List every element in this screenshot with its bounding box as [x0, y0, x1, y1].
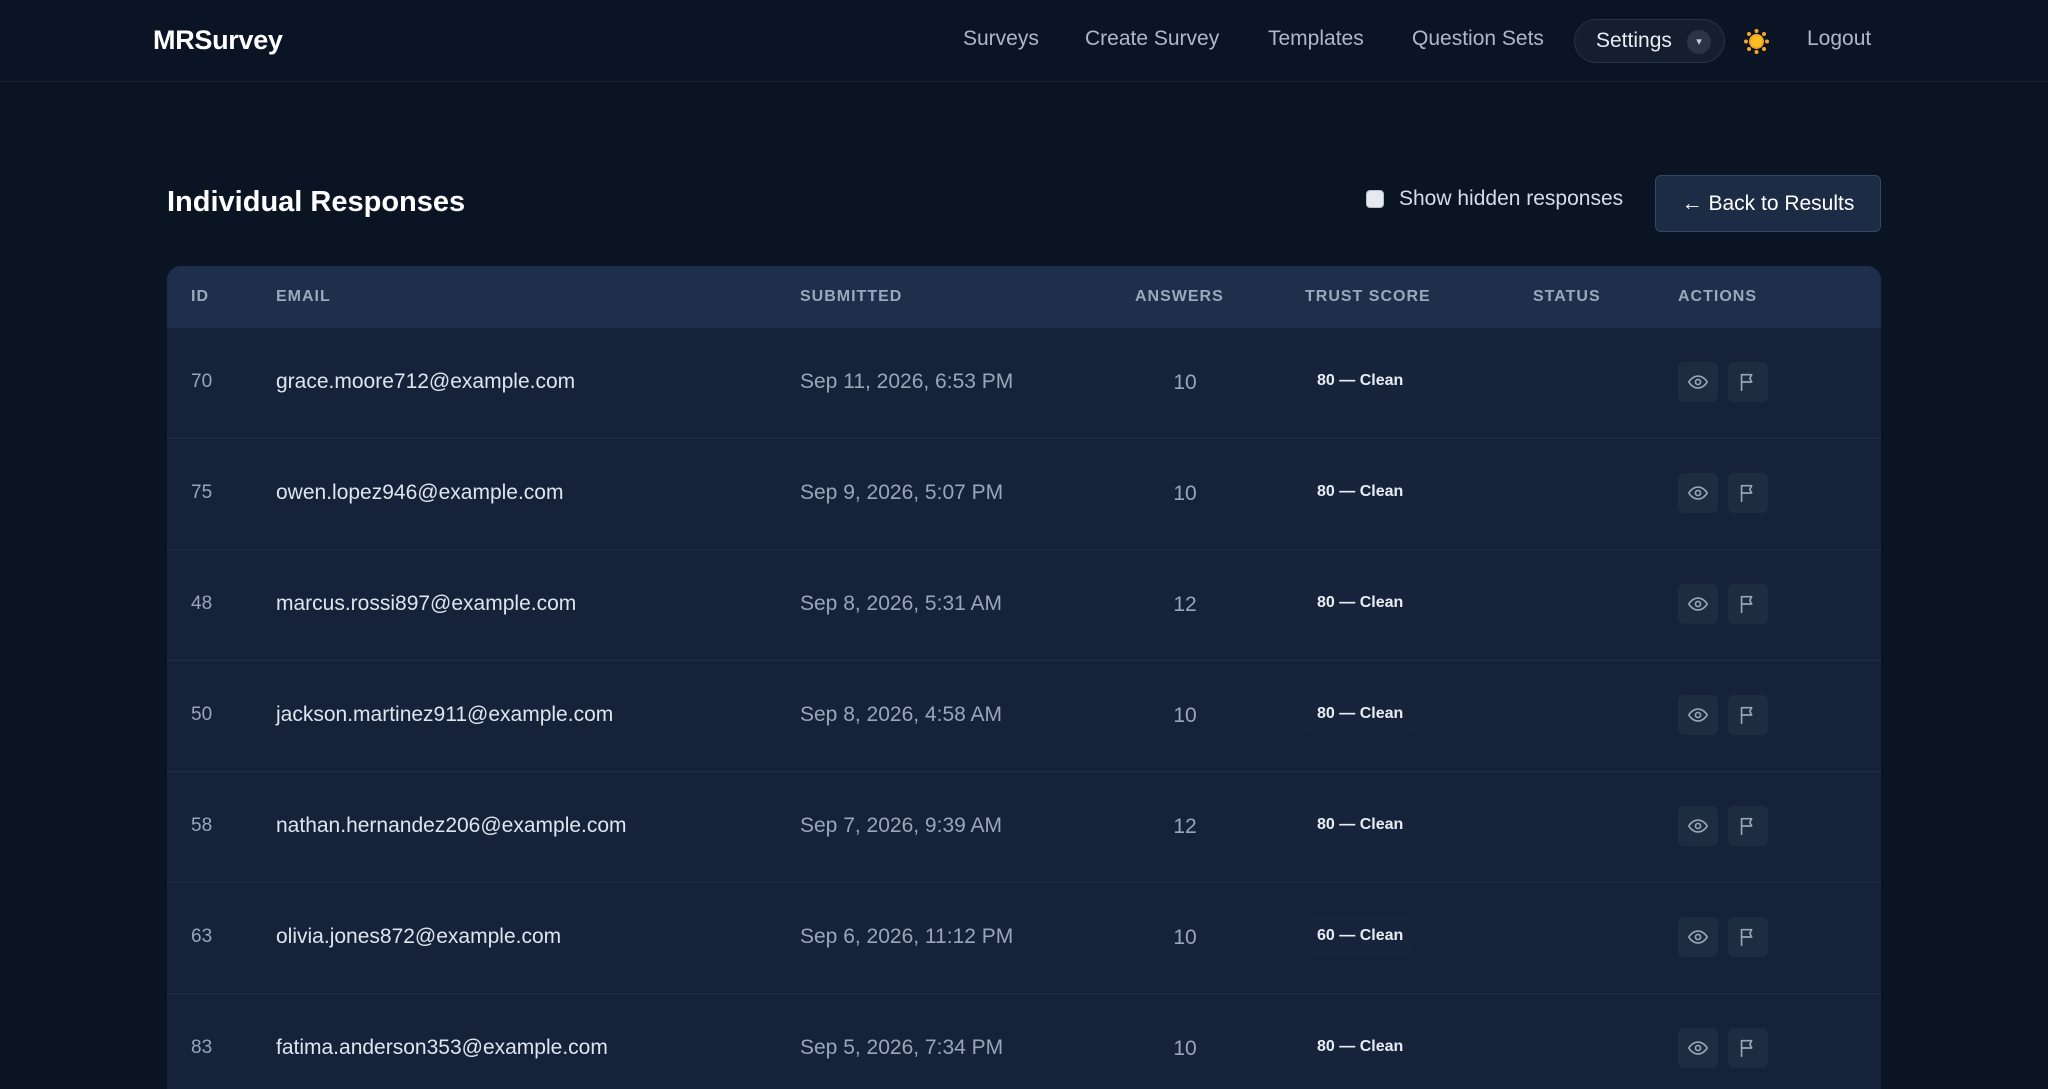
show-hidden-checkbox[interactable] [1366, 190, 1384, 208]
eye-icon [1688, 930, 1708, 944]
eye-icon [1688, 486, 1708, 500]
cell-submitted: Sep 7, 2026, 9:39 AM [800, 814, 1002, 837]
eye-icon [1688, 708, 1708, 722]
view-response-button[interactable] [1678, 473, 1718, 513]
view-response-button[interactable] [1678, 584, 1718, 624]
theme-toggle-button[interactable] [1744, 29, 1769, 54]
flag-icon [1740, 706, 1753, 725]
table-row[interactable]: 75 owen.lopez946@example.com Sep 9, 2026… [167, 439, 1881, 550]
cell-submitted: Sep 9, 2026, 5:07 PM [800, 481, 1004, 504]
cell-email: marcus.rossi897@example.com [276, 592, 577, 615]
flag-icon [1740, 928, 1753, 947]
table-row[interactable]: 63 olivia.jones872@example.com Sep 6, 20… [167, 883, 1881, 994]
header-answers[interactable]: ANSWERS [1135, 288, 1224, 306]
nav-question-sets[interactable]: Question Sets [1412, 27, 1544, 51]
table-header: ID EMAIL SUBMITTED ANSWERS TRUST SCORE S… [167, 266, 1881, 328]
cell-email: jackson.martinez911@example.com [276, 703, 614, 726]
table-row[interactable]: 48 marcus.rossi897@example.com Sep 8, 20… [167, 550, 1881, 661]
flag-response-button[interactable] [1728, 1028, 1768, 1068]
flag-response-button[interactable] [1728, 695, 1768, 735]
cell-id: 48 [191, 593, 213, 614]
nav-surveys[interactable]: Surveys [963, 27, 1039, 51]
cell-id: 63 [191, 926, 213, 947]
nav-logout[interactable]: Logout [1807, 27, 1871, 51]
trust-score-badge: 80 — Clean [1305, 1029, 1416, 1065]
header-actions: ACTIONS [1678, 288, 1757, 305]
nav-create-survey[interactable]: Create Survey [1085, 27, 1219, 51]
page-title: Individual Responses [167, 186, 466, 218]
table-row[interactable]: 70 grace.moore712@example.com Sep 11, 20… [167, 328, 1881, 439]
view-response-button[interactable] [1678, 917, 1718, 957]
cell-email: olivia.jones872@example.com [276, 925, 562, 948]
nav-links: Surveys Create Survey Templates Question… [0, 0, 2048, 82]
cell-email: grace.moore712@example.com [276, 370, 576, 393]
cell-answers: 12 [1173, 593, 1197, 616]
flag-response-button[interactable] [1728, 473, 1768, 513]
flag-icon [1740, 484, 1753, 503]
cell-answers: 10 [1173, 1037, 1197, 1060]
flag-response-button[interactable] [1728, 806, 1768, 846]
flag-icon [1740, 595, 1753, 614]
settings-dropdown[interactable]: Settings ▾ [1574, 19, 1725, 63]
cell-submitted: Sep 5, 2026, 7:34 PM [800, 1036, 1004, 1059]
flag-response-button[interactable] [1728, 362, 1768, 402]
cell-id: 58 [191, 815, 213, 836]
flag-response-button[interactable] [1728, 584, 1768, 624]
cell-submitted: Sep 6, 2026, 11:12 PM [800, 925, 1014, 948]
cell-email: owen.lopez946@example.com [276, 481, 564, 504]
view-response-button[interactable] [1678, 695, 1718, 735]
cell-answers: 10 [1173, 926, 1197, 949]
cell-id: 50 [191, 704, 213, 725]
trust-score-badge: 80 — Clean [1305, 807, 1416, 843]
settings-label: Settings [1596, 29, 1672, 52]
table-row[interactable]: 58 nathan.hernandez206@example.com Sep 7… [167, 772, 1881, 883]
chevron-down-icon: ▾ [1687, 30, 1711, 54]
header-email[interactable]: EMAIL [276, 288, 331, 306]
top-navigation: MRSurvey Surveys Create Survey Templates… [0, 0, 2048, 82]
flag-icon [1740, 1039, 1753, 1058]
eye-icon [1688, 1041, 1708, 1055]
table-row[interactable]: 50 jackson.martinez911@example.com Sep 8… [167, 661, 1881, 772]
cell-submitted: Sep 8, 2026, 4:58 AM [800, 703, 1002, 726]
cell-email: nathan.hernandez206@example.com [276, 814, 627, 837]
responses-table: ID EMAIL SUBMITTED ANSWERS TRUST SCORE S… [167, 266, 1881, 1089]
table-row[interactable]: 83 fatima.anderson353@example.com Sep 5,… [167, 994, 1881, 1089]
flag-icon [1740, 373, 1753, 392]
view-response-button[interactable] [1678, 362, 1718, 402]
trust-score-badge: 80 — Clean [1305, 696, 1416, 732]
trust-score-badge: 80 — Clean [1305, 585, 1416, 621]
cell-email: fatima.anderson353@example.com [276, 1036, 608, 1059]
header-submitted[interactable]: SUBMITTED [800, 288, 902, 306]
cell-id: 83 [191, 1037, 213, 1058]
header-id[interactable]: ID [191, 288, 209, 306]
cell-submitted: Sep 11, 2026, 6:53 PM [800, 370, 1014, 393]
cell-answers: 12 [1173, 815, 1197, 838]
sun-icon [1744, 29, 1769, 54]
back-to-results-button[interactable]: ← Back to Results [1655, 175, 1881, 232]
view-response-button[interactable] [1678, 806, 1718, 846]
cell-id: 70 [191, 371, 213, 392]
trust-score-badge: 80 — Clean [1305, 363, 1416, 399]
eye-icon [1688, 597, 1708, 611]
table-body: 70 grace.moore712@example.com Sep 11, 20… [167, 328, 1881, 1089]
view-response-button[interactable] [1678, 1028, 1718, 1068]
header-trust-score[interactable]: TRUST SCORE [1305, 288, 1431, 306]
header-status[interactable]: STATUS [1533, 288, 1601, 306]
trust-score-badge: 60 — Clean [1305, 918, 1416, 954]
cell-answers: 10 [1173, 371, 1197, 394]
flag-response-button[interactable] [1728, 917, 1768, 957]
trust-score-badge: 80 — Clean [1305, 474, 1416, 510]
cell-answers: 10 [1173, 482, 1197, 505]
cell-answers: 10 [1173, 704, 1197, 727]
eye-icon [1688, 375, 1708, 389]
cell-id: 75 [191, 482, 213, 503]
cell-submitted: Sep 8, 2026, 5:31 AM [800, 592, 1002, 615]
nav-templates[interactable]: Templates [1268, 27, 1364, 51]
flag-icon [1740, 817, 1753, 836]
show-hidden-label: Show hidden responses [1399, 187, 1624, 210]
eye-icon [1688, 819, 1708, 833]
